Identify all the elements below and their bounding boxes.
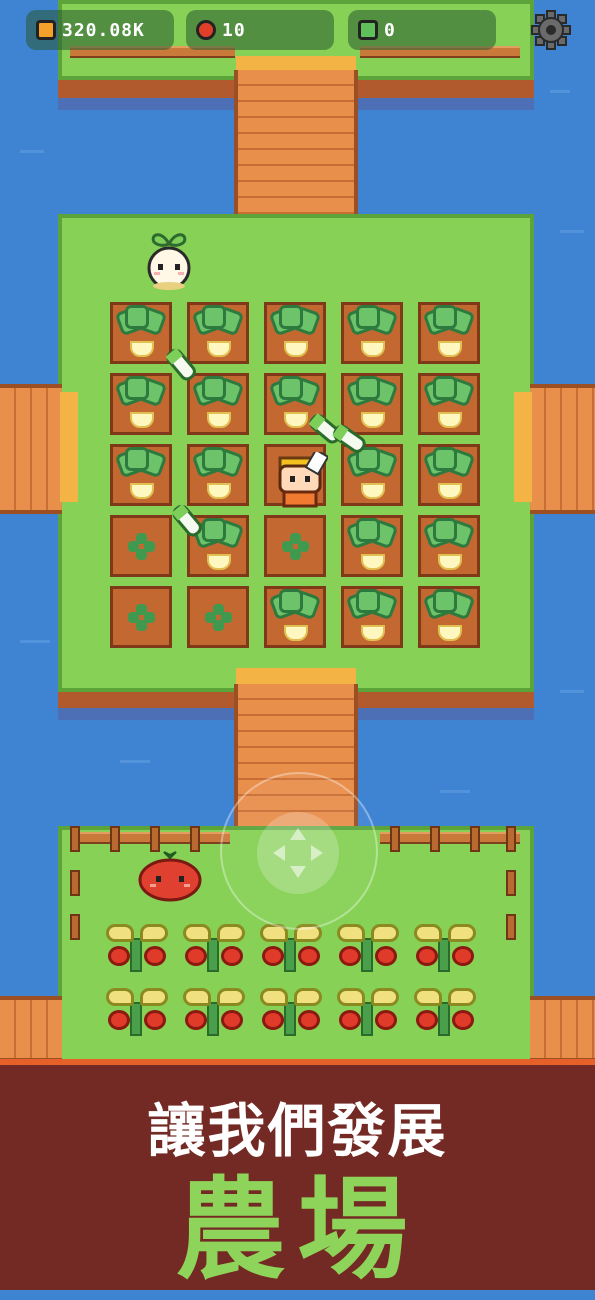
left-dock[interactable] — [0, 384, 62, 514]
player-character[interactable] — [272, 452, 328, 512]
tomato-plant[interactable] — [410, 984, 480, 1046]
gems-value: 0 — [384, 19, 396, 41]
harvested-turnip — [165, 347, 196, 381]
crop-plot-turnip[interactable] — [264, 586, 326, 648]
bottom-right-dock[interactable] — [530, 996, 595, 1062]
crop-plot-turnip[interactable] — [264, 302, 326, 364]
fence-post — [150, 826, 160, 852]
fence-post — [190, 826, 200, 852]
crop-plot-turnip[interactable] — [341, 515, 403, 577]
turnip-character[interactable] — [144, 228, 194, 292]
joystick-knob[interactable] — [257, 812, 339, 894]
tomato-character[interactable] — [136, 850, 204, 902]
tomatoes-value: 10 — [222, 19, 246, 41]
crop-plot-turnip[interactable] — [418, 302, 480, 364]
fence-post — [506, 826, 516, 852]
tomato-plant[interactable] — [410, 920, 480, 982]
crop-plot-turnip[interactable] — [187, 444, 249, 506]
gems-counter[interactable]: 0 — [348, 10, 496, 50]
banner-title: 農場 — [175, 1166, 420, 1294]
move-arrows-icon — [273, 828, 323, 878]
tomato-plant[interactable] — [102, 920, 172, 982]
tomatoes-counter[interactable]: 10 — [186, 10, 334, 50]
crop-plot-turnip[interactable] — [418, 373, 480, 435]
fence-post — [470, 826, 480, 852]
tomato-plant[interactable] — [333, 920, 403, 982]
tomato-plant[interactable] — [102, 984, 172, 1046]
bottom-left-dock[interactable] — [0, 996, 62, 1062]
tomato-plant[interactable] — [333, 984, 403, 1046]
right-dock-sand — [514, 392, 532, 502]
coin-icon — [36, 20, 56, 40]
crop-plot-sprout[interactable] — [187, 586, 249, 648]
tomato-plant[interactable] — [179, 984, 249, 1046]
crop-plot-turnip[interactable] — [418, 586, 480, 648]
tomato-icon — [196, 20, 216, 40]
fence-post — [506, 914, 516, 940]
gear-icon[interactable] — [531, 10, 571, 50]
crop-plot-sprout[interactable] — [110, 515, 172, 577]
crop-plot-turnip[interactable] — [110, 444, 172, 506]
tomato-plant[interactable] — [256, 984, 326, 1046]
crop-plot-turnip[interactable] — [341, 302, 403, 364]
gem-icon — [358, 20, 378, 40]
fence-post — [506, 870, 516, 896]
fence-post — [390, 826, 400, 852]
fence-post — [70, 914, 80, 940]
tomato-field — [102, 920, 492, 1060]
crop-plot-sprout[interactable] — [264, 515, 326, 577]
bottom-fence-right — [380, 832, 520, 844]
fence-post — [110, 826, 120, 852]
fence-post — [70, 826, 80, 852]
coins-value: 320.08K — [62, 19, 145, 41]
crop-plot-turnip[interactable] — [418, 444, 480, 506]
top-bridge[interactable] — [234, 70, 358, 230]
left-dock-sand — [60, 392, 78, 502]
coins-counter[interactable]: 320.08K — [26, 10, 174, 50]
right-dock[interactable] — [530, 384, 595, 514]
crop-plot-turnip[interactable] — [418, 515, 480, 577]
tomato-plant[interactable] — [179, 920, 249, 982]
crop-plot-turnip[interactable] — [341, 586, 403, 648]
fence-post — [70, 870, 80, 896]
crop-plot-sprout[interactable] — [110, 586, 172, 648]
fence-post — [430, 826, 440, 852]
harvested-turnip — [171, 503, 202, 537]
harvested-turnip — [332, 423, 366, 453]
